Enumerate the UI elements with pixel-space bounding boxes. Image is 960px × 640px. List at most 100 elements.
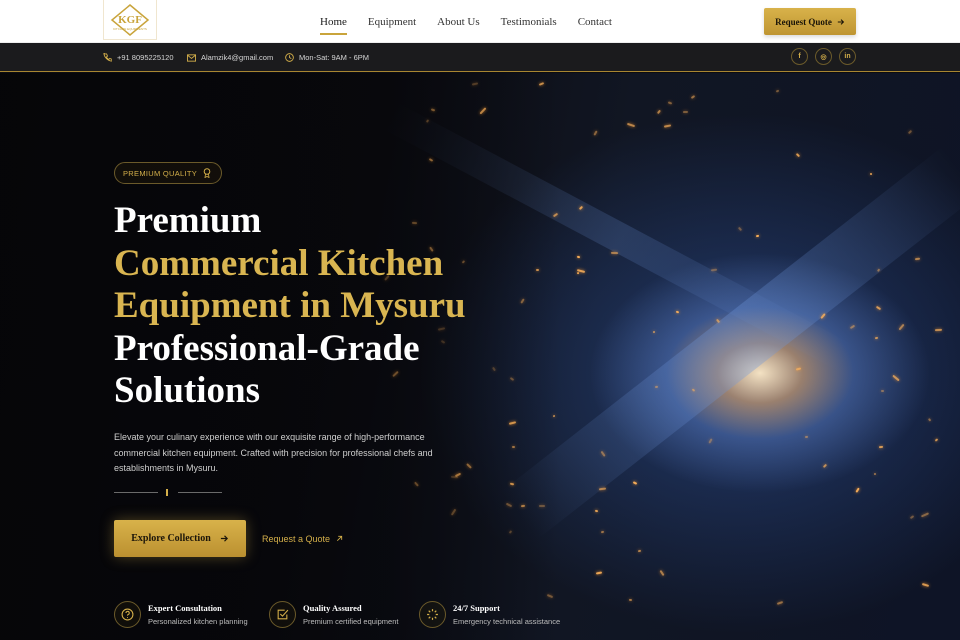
clock-icon [285,53,294,62]
svg-text:KGF: KGF [118,14,142,26]
spark [594,509,598,513]
request-quote-label: Request Quote [775,16,832,27]
spark [775,89,780,93]
contact-info-bar: +91 8095225120 Alamzik4@gmail.com Mon-Sa… [0,43,960,72]
business-hours: Mon-Sat: 9AM - 6PM [299,53,370,62]
spark [909,515,915,520]
spark [878,445,883,449]
spark [637,550,641,553]
feature-24-7-support: 24/7 Support Emergency technical assista… [419,599,560,629]
phone-info[interactable]: +91 8095225120 [103,43,174,72]
mail-icon [187,53,196,62]
logo-mark: KGF KITCHEN EQUIPMENTS [110,3,150,36]
facebook-icon: f [798,53,801,60]
spark [626,122,635,127]
checkbox-icon [269,600,296,628]
hours-info: Mon-Sat: 9AM - 6PM [285,43,369,72]
spark [632,481,638,485]
spark [593,130,598,136]
feature-subtitle: Emergency technical assistance [453,616,561,626]
instagram-link[interactable]: ◎ [815,48,832,65]
spark [934,438,938,442]
title-line-2: Commercial Kitchen [114,242,444,284]
title-line-3: Equipment in Mysuru [114,285,466,326]
spark [874,336,879,340]
request-quote-button[interactable]: Request Quote [764,8,856,35]
main-navbar: KGF KITCHEN EQUIPMENTS Home Equipment Ab… [0,0,960,43]
spark [690,95,695,99]
feature-subtitle: Premium certified equipment [303,616,399,626]
email-address: Alamzik4@gmail.com [201,53,274,62]
explore-collection-label: Explore Collection [131,533,211,544]
spark [934,329,942,332]
spark [737,226,743,231]
premium-quality-badge: PREMIUM QUALITY [114,162,223,184]
svg-text:KITCHEN EQUIPMENTS: KITCHEN EQUIPMENTS [113,27,147,31]
explore-collection-button[interactable]: Explore Collection [114,520,246,557]
hero-title: Premium Commercial Kitchen Equipment in … [114,200,466,413]
nav-equipment[interactable]: Equipment [368,14,416,30]
spark [855,486,861,493]
spark [654,385,658,388]
spark [795,153,800,158]
feature-expert-consultation: Expert Consultation Personalized kitchen… [114,599,248,629]
feature-title: 24/7 Support [453,602,500,613]
phone-number: +91 8095225120 [117,53,174,62]
spark [576,271,580,275]
brand-logo[interactable]: KGF KITCHEN EQUIPMENTS [103,0,157,40]
spark [656,110,661,115]
question-icon [114,600,141,628]
decorative-divider [114,489,222,496]
spark [610,251,618,254]
arrow-right-icon [837,18,845,25]
title-line-4: Professional-Grade [114,327,420,369]
hero-description: Elevate your culinary experience with ou… [114,432,433,473]
nav-home[interactable]: Home [320,14,347,35]
spark [659,570,665,577]
spark [869,172,872,176]
nav-contact[interactable]: Contact [578,14,612,30]
request-a-quote-link[interactable]: Request a Quote [262,520,343,557]
spark [577,255,581,259]
phone-icon [103,53,112,62]
spark [708,438,713,444]
spark [776,601,783,606]
title-line-5: Solutions [114,370,261,411]
arrow-right-icon [220,535,228,542]
spark [874,472,877,475]
feature-title: Expert Consultation [148,602,222,613]
spark [675,310,679,314]
badge-label: PREMIUM QUALITY [123,168,198,178]
spark [596,571,603,575]
nav-testimonials[interactable]: Testimonials [501,14,557,30]
spark [652,330,656,334]
spark [908,130,913,135]
nav-about-us[interactable]: About Us [437,14,479,30]
hero-section: PREMIUM QUALITY Premium Commercial Kitch… [0,73,960,640]
spark [920,512,929,518]
primary-menu: Home Equipment About Us Testimonials Con… [320,0,612,43]
feature-subtitle: Personalized kitchen planning [148,616,248,626]
spark [682,111,688,114]
spark [922,582,930,587]
linkedin-icon: in [844,53,851,60]
spark [796,367,802,371]
spark [914,258,920,261]
award-icon [203,168,211,178]
spark [822,464,827,469]
facebook-link[interactable]: f [791,48,808,65]
instagram-icon: ◎ [820,53,827,61]
arrow-up-right-icon [337,535,343,541]
spark [663,124,671,129]
request-a-quote-label: Request a Quote [262,533,331,544]
spark [756,234,760,237]
linkedin-link[interactable]: in [839,48,856,65]
spark [601,531,605,534]
spark [880,389,884,392]
email-info[interactable]: Alamzik4@gmail.com [187,43,273,72]
spark [628,598,632,602]
spark [927,418,932,423]
spark [849,325,855,330]
spark [804,435,808,438]
title-line-1: Premium [114,200,262,241]
